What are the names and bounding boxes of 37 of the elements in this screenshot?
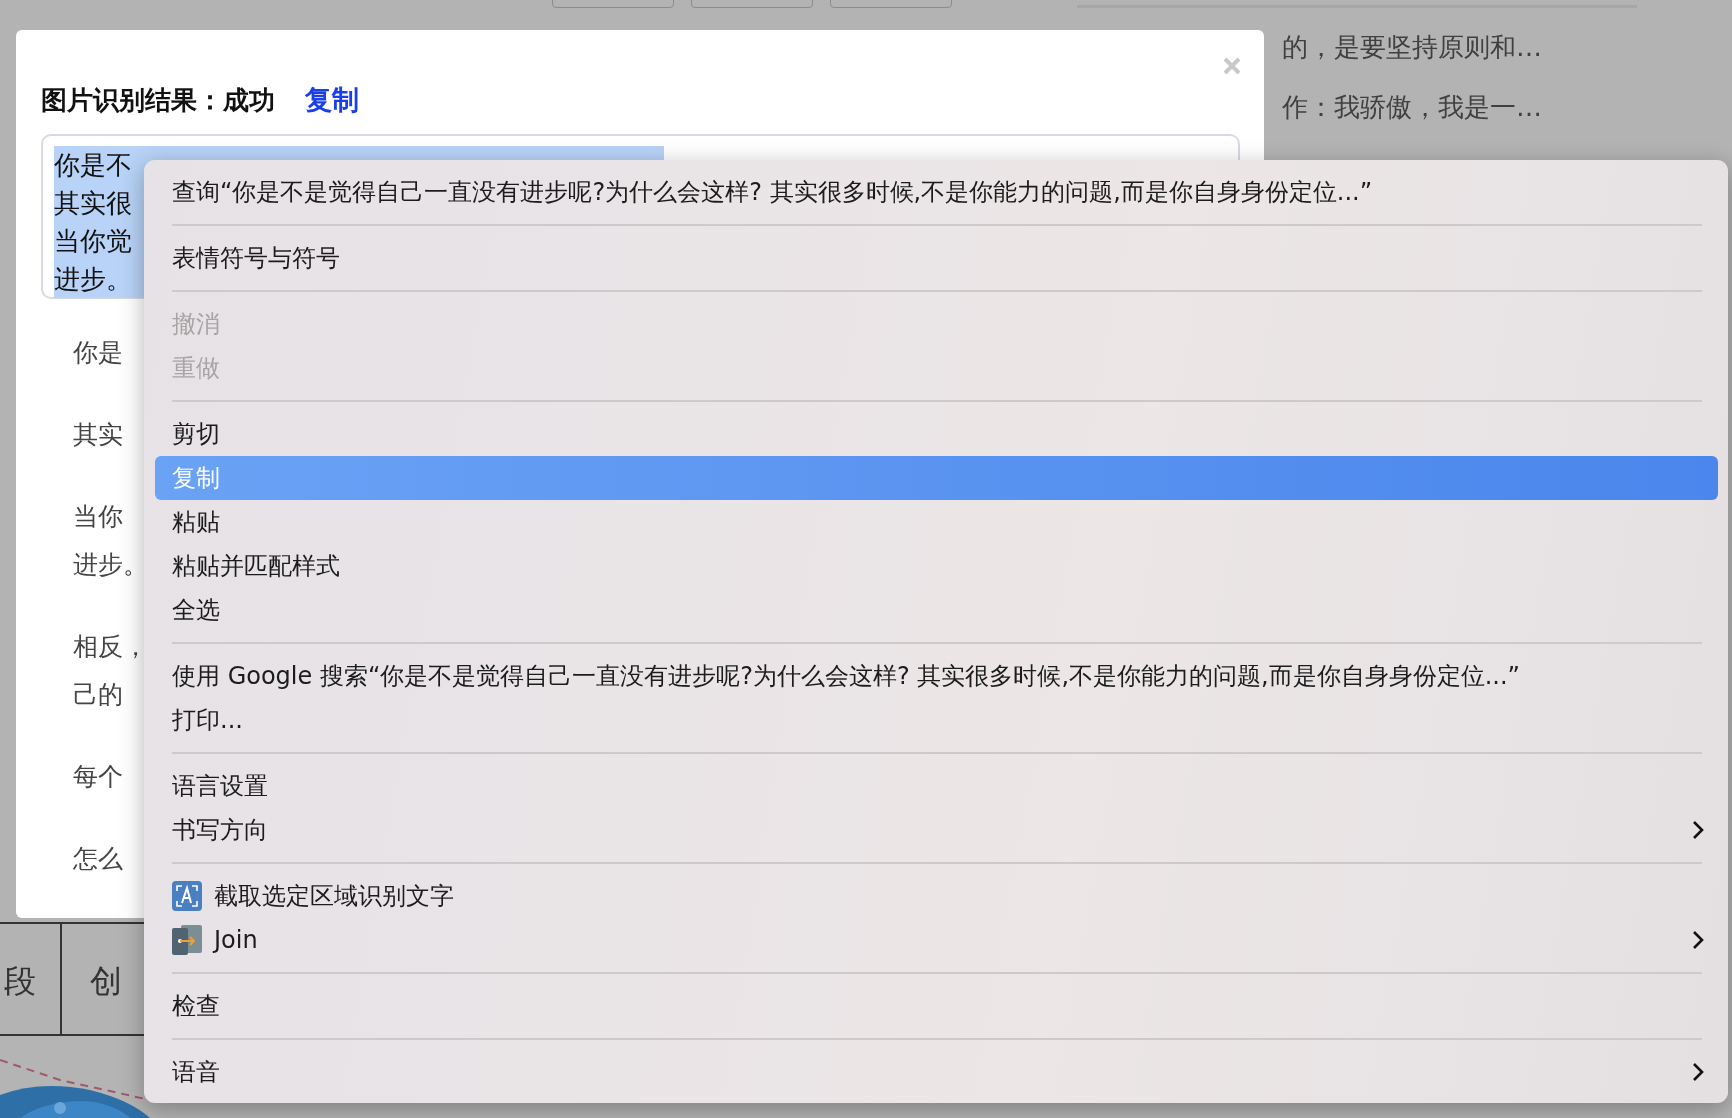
paragraph-text: 己的 bbox=[73, 679, 123, 711]
menu-item[interactable]: 粘贴 bbox=[155, 500, 1718, 544]
article-text: 的，是要坚持原则和… bbox=[1282, 31, 1542, 64]
result-text: 进步。 bbox=[54, 264, 132, 294]
paragraph-text: 进步。 bbox=[73, 549, 148, 581]
menu-item[interactable]: 全选 bbox=[155, 588, 1718, 632]
menu-item[interactable]: 粘贴并匹配样式 bbox=[155, 544, 1718, 588]
text-recognition-icon bbox=[172, 881, 202, 911]
chevron-icon bbox=[1692, 1062, 1704, 1082]
app-window-arrow-icon bbox=[172, 925, 202, 955]
menu-item[interactable]: 表情符号与符号 bbox=[155, 236, 1718, 280]
paragraph-text: 你是 bbox=[73, 337, 123, 369]
paragraph-text: 怎么 bbox=[73, 843, 123, 875]
copy-link[interactable]: 复制 bbox=[305, 82, 359, 118]
result-text: 当你觉 bbox=[54, 226, 132, 256]
close-icon[interactable] bbox=[1222, 56, 1242, 76]
menu-item[interactable]: 使用 Google 搜索“你是不是觉得自己一直没有进步呢?为什么会这样? 其实很多时候,不是你能力的问题,而是你自身身份定位...” bbox=[155, 654, 1718, 698]
menu-item[interactable]: 截取选定区域识别文字 bbox=[155, 874, 1718, 918]
paragraph-text: 当你 bbox=[73, 501, 123, 533]
article-text: 作：我骄傲，我是一… bbox=[1282, 91, 1542, 124]
menu-item[interactable]: 书写方向 bbox=[155, 808, 1718, 852]
paragraph-text: 相反， bbox=[73, 631, 148, 663]
paragraph-text: 每个 bbox=[73, 761, 123, 793]
result-text: 其实很 bbox=[54, 188, 132, 218]
chevron-icon bbox=[1692, 930, 1704, 950]
dialog-title: 图片识别结果：成功 bbox=[41, 83, 275, 117]
chevron-icon bbox=[1692, 820, 1704, 840]
menu-item[interactable]: 剪切 bbox=[155, 412, 1718, 456]
menu-item[interactable]: 检查 bbox=[155, 984, 1718, 1028]
menu-item[interactable]: 查询“你是不是觉得自己一直没有进步呢?为什么会这样? 其实很多时候,不是你能力的问题,而是你自身身份定位...” bbox=[155, 170, 1718, 214]
menu-item[interactable]: Join bbox=[155, 918, 1718, 962]
menu-item[interactable]: 打印... bbox=[155, 698, 1718, 742]
menu-item[interactable]: 语言设置 bbox=[155, 764, 1718, 808]
menu-item[interactable]: 语音 bbox=[155, 1050, 1718, 1094]
result-text: 你是不 bbox=[54, 150, 132, 180]
table-cell-text: 段 bbox=[3, 961, 37, 1002]
paragraph-text: 其实 bbox=[73, 419, 123, 451]
